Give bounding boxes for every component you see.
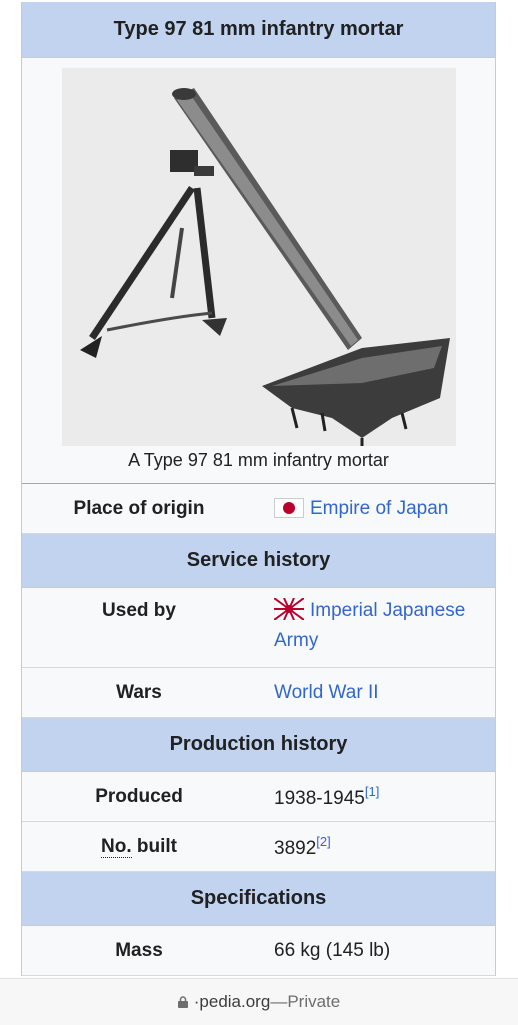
produced-years: 1938-1945	[274, 787, 365, 809]
url-separator: —	[270, 992, 288, 1011]
place-of-origin-label: Place of origin	[73, 497, 205, 519]
infobox-title: Type 97 81 mm infantry mortar	[22, 2, 495, 58]
row-mass: Mass 66 kg (145 lb)	[22, 926, 495, 976]
lock-icon	[177, 996, 188, 1008]
browser-address-bar[interactable]: ·pedia.org — Private	[0, 978, 518, 1025]
produced-label: Produced	[95, 785, 183, 807]
private-mode-label: Private	[287, 992, 341, 1011]
row-wars: Wars World War II	[22, 668, 495, 718]
produced-value: 1938-1945[1]	[256, 784, 495, 810]
no-abbreviation[interactable]: No.	[101, 835, 132, 858]
row-produced: Produced 1938-1945[1]	[22, 772, 495, 822]
section-production-history: Production history	[22, 718, 495, 772]
no-built-label: No. built	[22, 835, 256, 858]
mass-label: Mass	[115, 939, 163, 961]
empire-of-japan-link[interactable]: Empire of Japan	[310, 498, 448, 519]
image-cell: A Type 97 81 mm infantry mortar	[22, 58, 495, 484]
reference-2-link[interactable]: [2]	[316, 834, 330, 849]
mass-value: 66 kg (145 lb)	[274, 939, 391, 961]
rising-sun-flag-icon[interactable]	[274, 598, 304, 620]
row-used-by: Used by Imperial Japanese Army	[22, 588, 495, 668]
section-service-history: Service history	[22, 534, 495, 588]
reference-1-link[interactable]: [1]	[365, 784, 379, 799]
japan-flag-icon[interactable]	[274, 497, 304, 518]
world-war-ii-link[interactable]: World War II	[274, 682, 379, 703]
image-caption: A Type 97 81 mm infantry mortar	[128, 450, 389, 470]
row-place-of-origin: Place of origin Empire of Japan	[22, 484, 495, 534]
section-specifications: Specifications	[22, 872, 495, 926]
imperial-japanese-army-link[interactable]: Imperial Japanese	[310, 600, 465, 621]
built-label-text: built	[131, 835, 177, 857]
used-by-value: Imperial Japanese Army	[256, 596, 495, 667]
url-text: ·pedia.org	[193, 992, 271, 1011]
place-of-origin-value: Empire of Japan	[256, 497, 495, 520]
mortar-photo[interactable]	[62, 68, 456, 446]
row-no-built: No. built 3892[2]	[22, 822, 495, 872]
imperial-japanese-army-link-line2[interactable]: Army	[274, 630, 318, 651]
wars-value: World War II	[256, 682, 495, 704]
wars-label: Wars	[116, 681, 162, 703]
no-built-number: 3892	[274, 837, 317, 859]
infobox: Type 97 81 mm infantry mortar A Type 97 …	[21, 2, 496, 976]
no-built-value: 3892[2]	[256, 834, 495, 860]
used-by-label: Used by	[102, 600, 176, 621]
